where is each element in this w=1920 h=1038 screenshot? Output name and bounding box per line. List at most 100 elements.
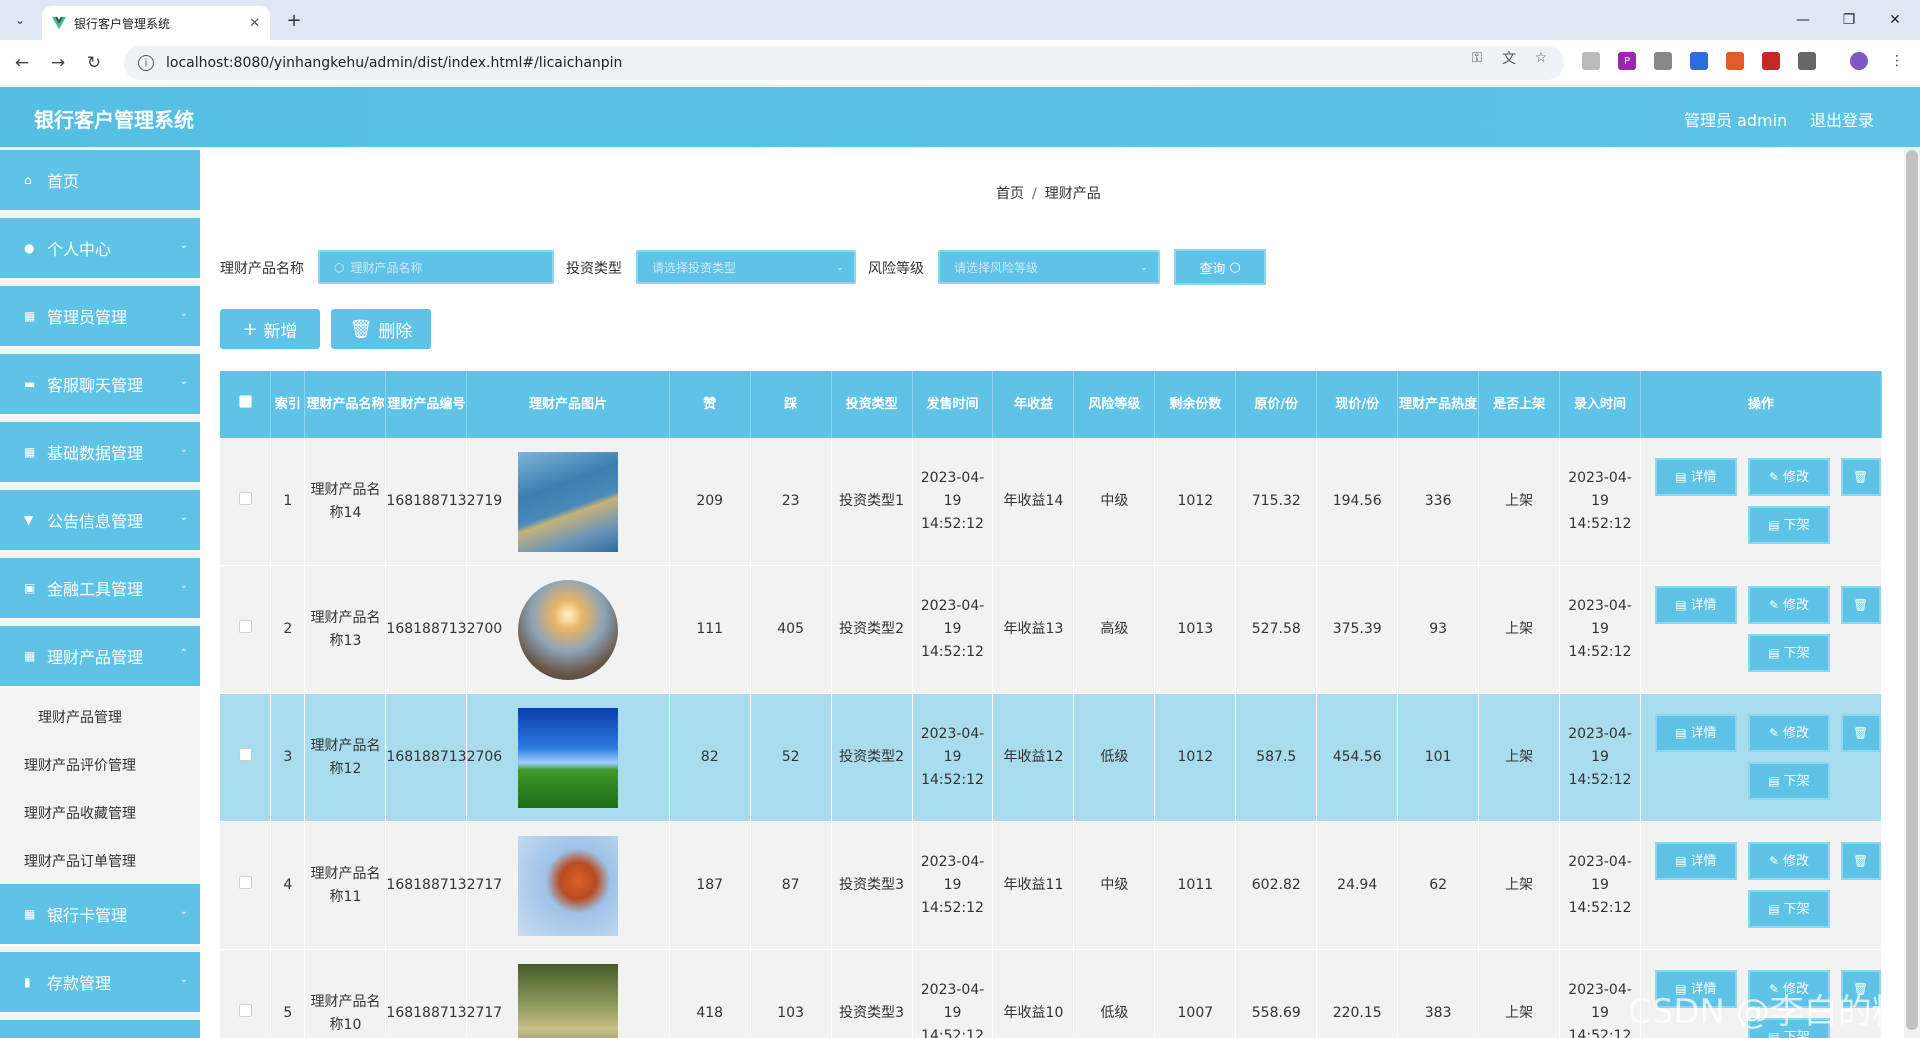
row-select-cell[interactable] xyxy=(220,565,272,694)
translate-icon[interactable]: 文 xyxy=(1500,49,1518,67)
extension-2-icon[interactable]: P xyxy=(1618,52,1636,70)
scrollbar-thumb[interactable] xyxy=(1906,150,1918,1030)
table-row[interactable]: 4 理财产品名称11 1681887132717 187 87 投资类型3 2023-04-… xyxy=(220,821,1882,950)
row-delete-button[interactable]: 🗑 xyxy=(1840,842,1881,880)
extension-1-icon[interactable] xyxy=(1582,52,1600,70)
product-name-input[interactable]: ○ 理财产品名称 xyxy=(318,250,554,284)
cell-sale-time: 2023-04-19 14:52:12 xyxy=(912,438,994,566)
sidebar-item-bank-card[interactable]: ▦ 银行卡管理 ⌄ xyxy=(0,884,200,946)
select-all-checkbox[interactable] xyxy=(238,394,252,408)
sidebar-item-home[interactable]: ⌂ 首页 xyxy=(0,150,200,212)
risk-level-select[interactable]: 请选择风险等级 ⌄ xyxy=(938,250,1160,284)
home-icon: ⌂ xyxy=(24,173,32,187)
row-delete-button[interactable]: 🗑 xyxy=(1840,586,1881,624)
row-checkbox[interactable] xyxy=(238,620,252,633)
row-delete-button[interactable]: 🗑 xyxy=(1840,714,1881,752)
cell-heat: 101 xyxy=(1397,693,1480,822)
restore-icon[interactable]: ❐ xyxy=(1826,0,1872,40)
submenu-product-review[interactable]: 理财产品评价管理 xyxy=(24,755,136,775)
chevron-down-icon: ⌄ xyxy=(179,444,188,455)
document-icon: ▤ xyxy=(1675,853,1687,868)
cell-operations: ▤ 详情 ✎ 修改 🗑 ▤ 下架 xyxy=(1640,693,1882,822)
edit-button[interactable]: ✎ 修改 xyxy=(1747,842,1830,880)
detail-button[interactable]: ▤ 详情 xyxy=(1654,714,1737,752)
row-checkbox[interactable] xyxy=(238,492,252,505)
tab-close-icon[interactable]: ✕ xyxy=(249,16,260,31)
sidebar-item-deposit[interactable]: ▮ 存款管理 ⌄ xyxy=(0,952,200,1014)
extension-6-icon[interactable] xyxy=(1762,52,1780,70)
cell-risk-level: 低级 xyxy=(1073,949,1156,1038)
detail-button[interactable]: ▤ 详情 xyxy=(1654,586,1737,624)
row-checkbox[interactable] xyxy=(238,748,252,761)
cell-index: 5 xyxy=(270,949,306,1038)
sidebar-item-finance-tools[interactable]: ▣ 金融工具管理 ⌄ xyxy=(0,558,200,620)
select-all-cell[interactable] xyxy=(220,371,272,438)
submenu-product-favorite[interactable]: 理财产品收藏管理 xyxy=(24,803,136,823)
minimize-icon[interactable]: — xyxy=(1780,0,1826,40)
window-close-icon[interactable]: ✕ xyxy=(1872,0,1918,40)
edit-button[interactable]: ✎ 修改 xyxy=(1747,586,1830,624)
forward-icon[interactable]: → xyxy=(46,51,70,75)
bookmark-star-icon[interactable]: ☆ xyxy=(1532,49,1550,67)
browser-menu-icon[interactable]: ⋮ xyxy=(1888,52,1906,70)
row-delete-button[interactable]: 🗑 xyxy=(1840,458,1881,496)
extension-4-icon[interactable] xyxy=(1690,52,1708,70)
edit-button[interactable]: ✎ 修改 xyxy=(1747,458,1830,496)
cell-heat: 336 xyxy=(1397,438,1480,566)
sidebar-item-more[interactable] xyxy=(0,1020,200,1038)
extension-3-icon[interactable] xyxy=(1654,52,1672,70)
row-checkbox[interactable] xyxy=(238,1004,252,1017)
password-key-icon[interactable]: ⚿ xyxy=(1468,49,1486,67)
browser-tab[interactable]: 银行客户管理系统 ✕ xyxy=(42,6,270,40)
address-bar[interactable]: i localhost:8080/yinhangkehu/admin/dist/… xyxy=(124,46,1564,80)
edit-button[interactable]: ✎ 修改 xyxy=(1747,714,1830,752)
site-info-icon[interactable]: i xyxy=(138,55,154,71)
offshelf-button[interactable]: ▤ 下架 xyxy=(1747,890,1830,928)
offshelf-button[interactable]: ▤ 下架 xyxy=(1747,762,1830,800)
back-icon[interactable]: ← xyxy=(10,51,34,75)
document-icon: ▤ xyxy=(1768,645,1780,660)
row-select-cell[interactable] xyxy=(220,438,272,566)
offshelf-button[interactable]: ▤ 下架 xyxy=(1747,634,1830,672)
invest-type-select[interactable]: 请选择投资类型 ⌄ xyxy=(636,250,856,284)
cell-remaining: 1012 xyxy=(1154,693,1237,822)
table-row[interactable]: 2 理财产品名称13 1681887132700 111 405 投资类型2 2023-04… xyxy=(220,565,1882,694)
sidebar-item-profile[interactable]: ● 个人中心 ⌄ xyxy=(0,218,200,280)
row-select-cell[interactable] xyxy=(220,949,272,1038)
search-icon: ○ xyxy=(334,260,345,274)
offshelf-button[interactable]: ▤ 下架 xyxy=(1747,506,1830,544)
cell-invest-type: 投资类型2 xyxy=(831,565,913,694)
cell-index: 3 xyxy=(270,693,306,822)
row-select-cell[interactable] xyxy=(220,693,272,822)
column-header: 是否上架 xyxy=(1478,371,1561,438)
detail-button[interactable]: ▤ 详情 xyxy=(1654,458,1737,496)
sidebar-item-admin[interactable]: ▦ 管理员管理 ⌄ xyxy=(0,286,200,348)
table-row[interactable]: 3 理财产品名称12 1681887132706 82 52 投资类型2 2023-04-1… xyxy=(220,693,1882,822)
profile-avatar-icon[interactable] xyxy=(1850,52,1868,70)
tab-search-icon[interactable]: ⌄ xyxy=(8,8,32,32)
add-button[interactable]: + 新增 xyxy=(220,309,320,349)
cell-remaining: 1012 xyxy=(1154,438,1237,566)
sidebar-item-chat[interactable]: ▬ 客服聊天管理 ⌄ xyxy=(0,354,200,416)
logout-link[interactable]: 退出登录 xyxy=(1810,107,1874,131)
table-row[interactable]: 1 理财产品名称14 1681887132719 209 23 投资类型1 2023-04-… xyxy=(220,438,1882,566)
detail-button[interactable]: ▤ 详情 xyxy=(1654,842,1737,880)
grid-icon: ▦ xyxy=(24,309,36,323)
submenu-product-manage[interactable]: 理财产品管理 xyxy=(38,707,122,727)
row-select-cell[interactable] xyxy=(220,821,272,950)
sidebar-item-notice[interactable]: ▼ 公告信息管理 ⌄ xyxy=(0,490,200,552)
delete-button[interactable]: 🗑 删除 xyxy=(331,309,431,349)
reload-icon[interactable]: ↻ xyxy=(82,51,106,75)
sidebar-item-wealth-products[interactable]: ▦ 理财产品管理 ⌃ xyxy=(0,626,200,688)
cell-current-price: 375.39 xyxy=(1316,565,1399,694)
breadcrumb-home[interactable]: 首页 xyxy=(996,186,1024,202)
sidebar-item-basic-data[interactable]: ▦ 基础数据管理 ⌄ xyxy=(0,422,200,484)
submenu-product-order[interactable]: 理财产品订单管理 xyxy=(24,851,136,871)
column-header: 现价/份 xyxy=(1316,371,1399,438)
row-checkbox[interactable] xyxy=(238,876,252,889)
query-button[interactable]: 查询 ○ xyxy=(1174,249,1266,285)
new-tab-icon[interactable]: + xyxy=(282,8,306,32)
extension-5-icon[interactable] xyxy=(1726,52,1744,70)
extensions-puzzle-icon[interactable] xyxy=(1798,52,1816,70)
cell-invest-type: 投资类型2 xyxy=(831,693,913,822)
